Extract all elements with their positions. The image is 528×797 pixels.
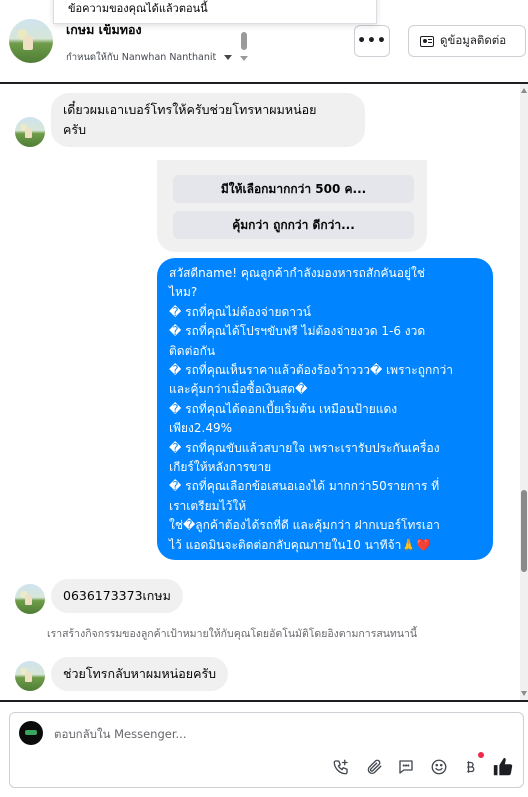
incoming-message: 0636173373เกษม bbox=[51, 579, 183, 613]
conversation-header: เกษม เข็มทอง กำหนดให้กับ Nanwhan Nanthan… bbox=[0, 0, 528, 82]
contact-card-icon bbox=[420, 35, 434, 47]
assignee-label: กำหนดให้กับ Nanwhan Nanthanit bbox=[66, 52, 217, 63]
scrollbar-thumb[interactable] bbox=[521, 490, 527, 572]
add-call-icon[interactable] bbox=[330, 756, 352, 778]
message-thread[interactable]: เดี๋ยวผมเอาเบอร์โทรให้ครับช่วยโทรหาผมหน่… bbox=[0, 82, 528, 702]
scroll-down-arrow-icon[interactable] bbox=[240, 56, 248, 61]
contact-avatar[interactable] bbox=[9, 19, 53, 63]
emoji-icon[interactable] bbox=[428, 756, 450, 778]
like-icon[interactable] bbox=[491, 755, 515, 779]
scrollbar[interactable] bbox=[520, 84, 528, 700]
assignee-selector[interactable]: กำหนดให้กับ Nanwhan Nanthanit bbox=[66, 50, 233, 65]
incoming-message: ช่วยโทรกลับหาผมหน่อยครับ bbox=[51, 657, 229, 691]
notification-dot bbox=[478, 752, 484, 758]
saved-reply-icon[interactable] bbox=[395, 756, 417, 778]
reply-composer bbox=[9, 712, 524, 788]
contact-avatar-small bbox=[15, 117, 45, 147]
view-contact-info-button[interactable]: ดูข้อมูลติดต่อ bbox=[408, 25, 526, 57]
contact-avatar-small bbox=[15, 584, 45, 614]
scroll-down-arrow-icon[interactable] bbox=[521, 691, 527, 696]
incoming-message: เดี๋ยวผมเอาเบอร์โทรให้ครับช่วยโทรหาผมหน่… bbox=[51, 93, 365, 147]
toast-notification: ข้อความของคุณได้แล้วตอนนี้ bbox=[53, 0, 377, 24]
contact-avatar-small bbox=[15, 661, 45, 691]
page-avatar bbox=[19, 721, 43, 745]
chevron-down-icon bbox=[224, 55, 233, 60]
message-text-line: เดี๋ยวผมเอาเบอร์โทรให้ครับช่วยโทรหาผมหน่… bbox=[63, 102, 317, 117]
header-scroll-thumb[interactable] bbox=[241, 32, 247, 50]
outgoing-message: สวัสดีname! คุณลูกค้ากำลังมองหารถสักคันอ… bbox=[157, 258, 493, 560]
card-option-button[interactable]: มีให้เลือกมากกว่า 500 ค... bbox=[173, 175, 414, 203]
payment-icon[interactable] bbox=[459, 756, 481, 778]
attachment-icon[interactable] bbox=[363, 756, 385, 778]
view-contact-info-label: ดูข้อมูลติดต่อ bbox=[440, 33, 507, 47]
card-option-button[interactable]: คุ้มกว่า ถูกกว่า ดีกว่า... bbox=[173, 211, 414, 239]
scroll-up-arrow-icon[interactable] bbox=[521, 88, 527, 93]
message-text-line: ครับ bbox=[63, 122, 87, 137]
more-options-button[interactable]: ••• bbox=[354, 25, 390, 57]
template-card: มีให้เลือกมากกว่า 500 ค... คุ้มกว่า ถูกก… bbox=[157, 160, 427, 252]
system-note: เราสร้างกิจกรรมของลูกค้าเป้าหมายให้กับคุ… bbox=[47, 628, 418, 640]
reply-input[interactable] bbox=[54, 725, 354, 743]
